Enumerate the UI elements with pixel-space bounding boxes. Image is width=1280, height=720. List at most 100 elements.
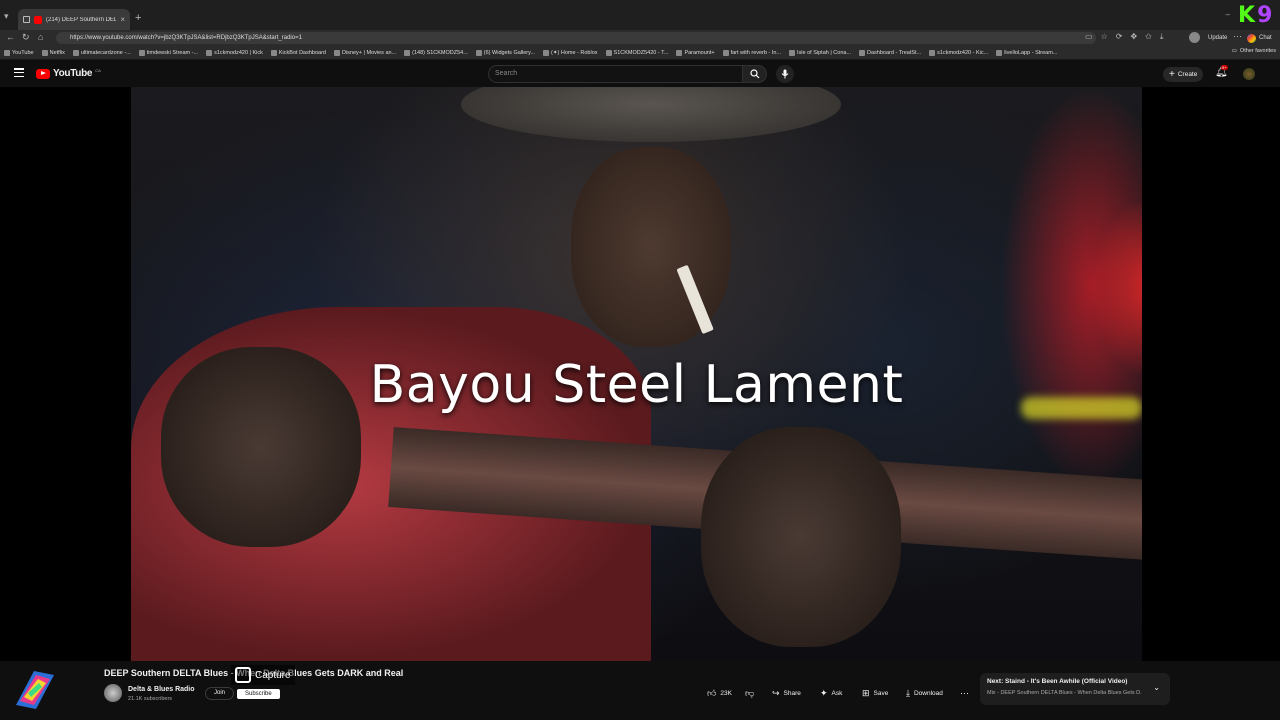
chevron-down-icon[interactable]: ⌄ bbox=[1153, 683, 1160, 692]
bookmark-favicon-icon bbox=[929, 49, 936, 56]
bookmark-item[interactable]: s1ckmodz420 | Kick bbox=[206, 49, 263, 56]
update-button[interactable]: Update bbox=[1205, 32, 1230, 44]
new-tab-icon[interactable]: + bbox=[135, 12, 141, 24]
like-count: 23K bbox=[720, 690, 732, 697]
chat-button[interactable]: Chat bbox=[1247, 32, 1272, 44]
refresh-extension-icon[interactable]: ⟳ bbox=[1116, 32, 1123, 42]
bookmark-favicon-icon bbox=[722, 49, 729, 56]
bookmark-item[interactable]: (6) Widgets Gallery... bbox=[475, 49, 536, 56]
search-input[interactable]: Search bbox=[488, 65, 743, 83]
tab-list-chevron-icon[interactable]: ▾ bbox=[4, 11, 14, 21]
save-playlist-icon: ⊞ bbox=[862, 688, 870, 698]
up-next-mix: Mix - DEEP Southern DELTA Blues - When D… bbox=[987, 690, 1142, 696]
bookmark-label: Paramount+ bbox=[684, 49, 715, 56]
bookmark-label: livelloLapp - Stream... bbox=[1004, 49, 1058, 56]
create-button[interactable]: + Create bbox=[1163, 67, 1204, 82]
hamburger-menu-icon[interactable] bbox=[14, 68, 24, 77]
youtube-favicon-icon bbox=[34, 15, 42, 24]
like-button[interactable]: 👍︎ 23K bbox=[707, 686, 732, 701]
bookmark-item[interactable]: Dashboard - TreatSt... bbox=[859, 49, 921, 56]
plus-icon: + bbox=[1169, 69, 1175, 80]
other-favorites[interactable]: ▭ Other favorites bbox=[1232, 48, 1276, 54]
extensions-icon[interactable]: ✥ bbox=[1130, 32, 1137, 42]
bookmark-item[interactable]: Disney+ | Movies an... bbox=[333, 49, 396, 56]
capture-label: Capture bbox=[255, 669, 291, 681]
more-actions-icon[interactable]: ⋯ bbox=[960, 686, 969, 701]
url-field[interactable]: https://www.youtube.com/watch?v=jbzQ3KTp… bbox=[56, 32, 1096, 44]
download-icon[interactable]: ⤓ bbox=[1160, 32, 1164, 42]
window-controls: – bbox=[1226, 10, 1230, 19]
youtube-header: YouTube CA Search + Create 🔔︎ 9+ bbox=[0, 61, 1280, 87]
save-button[interactable]: ⊞ Save bbox=[862, 686, 888, 701]
join-button[interactable]: Join bbox=[205, 687, 235, 700]
video-overlay-title: Bayou Steel Lament bbox=[369, 355, 904, 415]
search-button[interactable] bbox=[743, 65, 767, 83]
bookmark-item[interactable]: S1CKMODZ5420 - T... bbox=[605, 49, 668, 56]
search-icon bbox=[749, 69, 759, 79]
tab-mute-icon[interactable] bbox=[23, 16, 30, 23]
bookmark-item[interactable]: (✦) Home - Roblox bbox=[543, 49, 598, 56]
channel-avatar[interactable] bbox=[104, 684, 122, 702]
download-label: Download bbox=[913, 690, 943, 697]
download-arrow-icon: ⤓ bbox=[906, 688, 910, 698]
bookmark-favicon-icon bbox=[605, 49, 612, 56]
bookmark-favicon-icon bbox=[4, 49, 10, 56]
bookmark-label: (6) Widgets Gallery... bbox=[483, 49, 536, 56]
bookmark-label: ultimatecardzone -... bbox=[80, 49, 131, 56]
ask-button[interactable]: ✦ Ask bbox=[820, 686, 842, 701]
favorite-star-icon[interactable]: ☆ bbox=[1101, 32, 1108, 42]
browser-menu-icon[interactable]: ⋯ bbox=[1233, 31, 1242, 42]
bookmark-label: timdewski Stream -... bbox=[146, 49, 199, 56]
bookmark-label: YouTube bbox=[12, 49, 34, 56]
share-icon: ↪ bbox=[772, 688, 780, 698]
home-icon[interactable]: ⌂ bbox=[38, 32, 43, 42]
rainbow-logo-icon bbox=[16, 671, 54, 709]
bookmark-item[interactable]: (148) S1CKMODZ54... bbox=[404, 49, 468, 56]
bookmark-favicon-icon bbox=[859, 49, 866, 56]
bookmark-item[interactable]: KickBot Dashboard bbox=[270, 49, 326, 56]
favorites-icon[interactable]: ✩ bbox=[1145, 32, 1152, 42]
reader-icon[interactable]: ▭ bbox=[1085, 32, 1093, 42]
youtube-logo[interactable]: YouTube CA bbox=[36, 68, 101, 79]
channel-name[interactable]: Delta & Blues Radio bbox=[128, 686, 195, 693]
bookmark-item[interactable]: s1ckmodz420 - Kic... bbox=[929, 49, 988, 56]
save-label: Save bbox=[873, 690, 889, 697]
bookmark-item[interactable]: timdewski Stream -... bbox=[138, 49, 199, 56]
mic-icon bbox=[781, 69, 789, 79]
voice-search-button[interactable] bbox=[776, 65, 794, 83]
create-label: Create bbox=[1177, 71, 1198, 78]
country-code: CA bbox=[95, 68, 101, 73]
video-player[interactable]: Bayou Steel Lament bbox=[0, 87, 1280, 661]
profile-avatar[interactable] bbox=[1189, 32, 1200, 43]
back-icon[interactable]: ← bbox=[6, 32, 15, 42]
bookmark-label: Isle of Siptah | Cona... bbox=[797, 49, 852, 56]
bookmark-label: fart with reverb - In... bbox=[730, 49, 782, 56]
capture-overlay[interactable]: Capture bbox=[231, 665, 295, 685]
bookmark-item[interactable]: ultimatecardzone -... bbox=[72, 49, 131, 56]
video-frame[interactable]: Bayou Steel Lament bbox=[131, 87, 1142, 661]
youtube-wordmark: YouTube bbox=[53, 68, 93, 79]
tab-close-icon[interactable]: × bbox=[120, 15, 125, 24]
reload-icon[interactable]: ↻ bbox=[22, 32, 30, 43]
bookmark-favicon-icon bbox=[543, 49, 550, 56]
subscribe-button[interactable]: Subscribe bbox=[237, 689, 280, 699]
bookmark-item[interactable]: YouTube bbox=[4, 49, 34, 56]
browser-tab-active[interactable]: (214) DEEP Southern DELTA × bbox=[18, 9, 130, 30]
download-button[interactable]: ⤓ Download bbox=[906, 686, 943, 701]
bookmark-item[interactable]: Isle of Siptah | Cona... bbox=[789, 49, 852, 56]
notifications-bell-icon[interactable]: 🔔︎ 9+ bbox=[1215, 65, 1228, 78]
bookmark-favicon-icon bbox=[475, 49, 482, 56]
share-label: Share bbox=[783, 690, 801, 697]
bookmarks-bar: YouTube Netflix ultimatecardzone -... timde… bbox=[0, 46, 1280, 60]
bookmark-item[interactable]: fart with reverb - In... bbox=[722, 49, 782, 56]
bookmark-item[interactable]: livelloLapp - Stream... bbox=[996, 49, 1058, 56]
sparkle-icon: ✦ bbox=[820, 688, 828, 698]
up-next-card[interactable]: Next: Staind - It's Been Awhile (Officia… bbox=[980, 673, 1170, 705]
account-avatar[interactable] bbox=[1243, 68, 1255, 80]
channel-subscribers: 21.1K subscribers bbox=[128, 696, 173, 702]
bookmark-item[interactable]: Netflix bbox=[41, 49, 65, 56]
dislike-button[interactable]: 👎︎ bbox=[745, 686, 754, 701]
minimize-icon[interactable]: – bbox=[1226, 10, 1230, 19]
share-button[interactable]: ↪ Share bbox=[772, 686, 801, 701]
bookmark-item[interactable]: Paramount+ bbox=[676, 49, 715, 56]
